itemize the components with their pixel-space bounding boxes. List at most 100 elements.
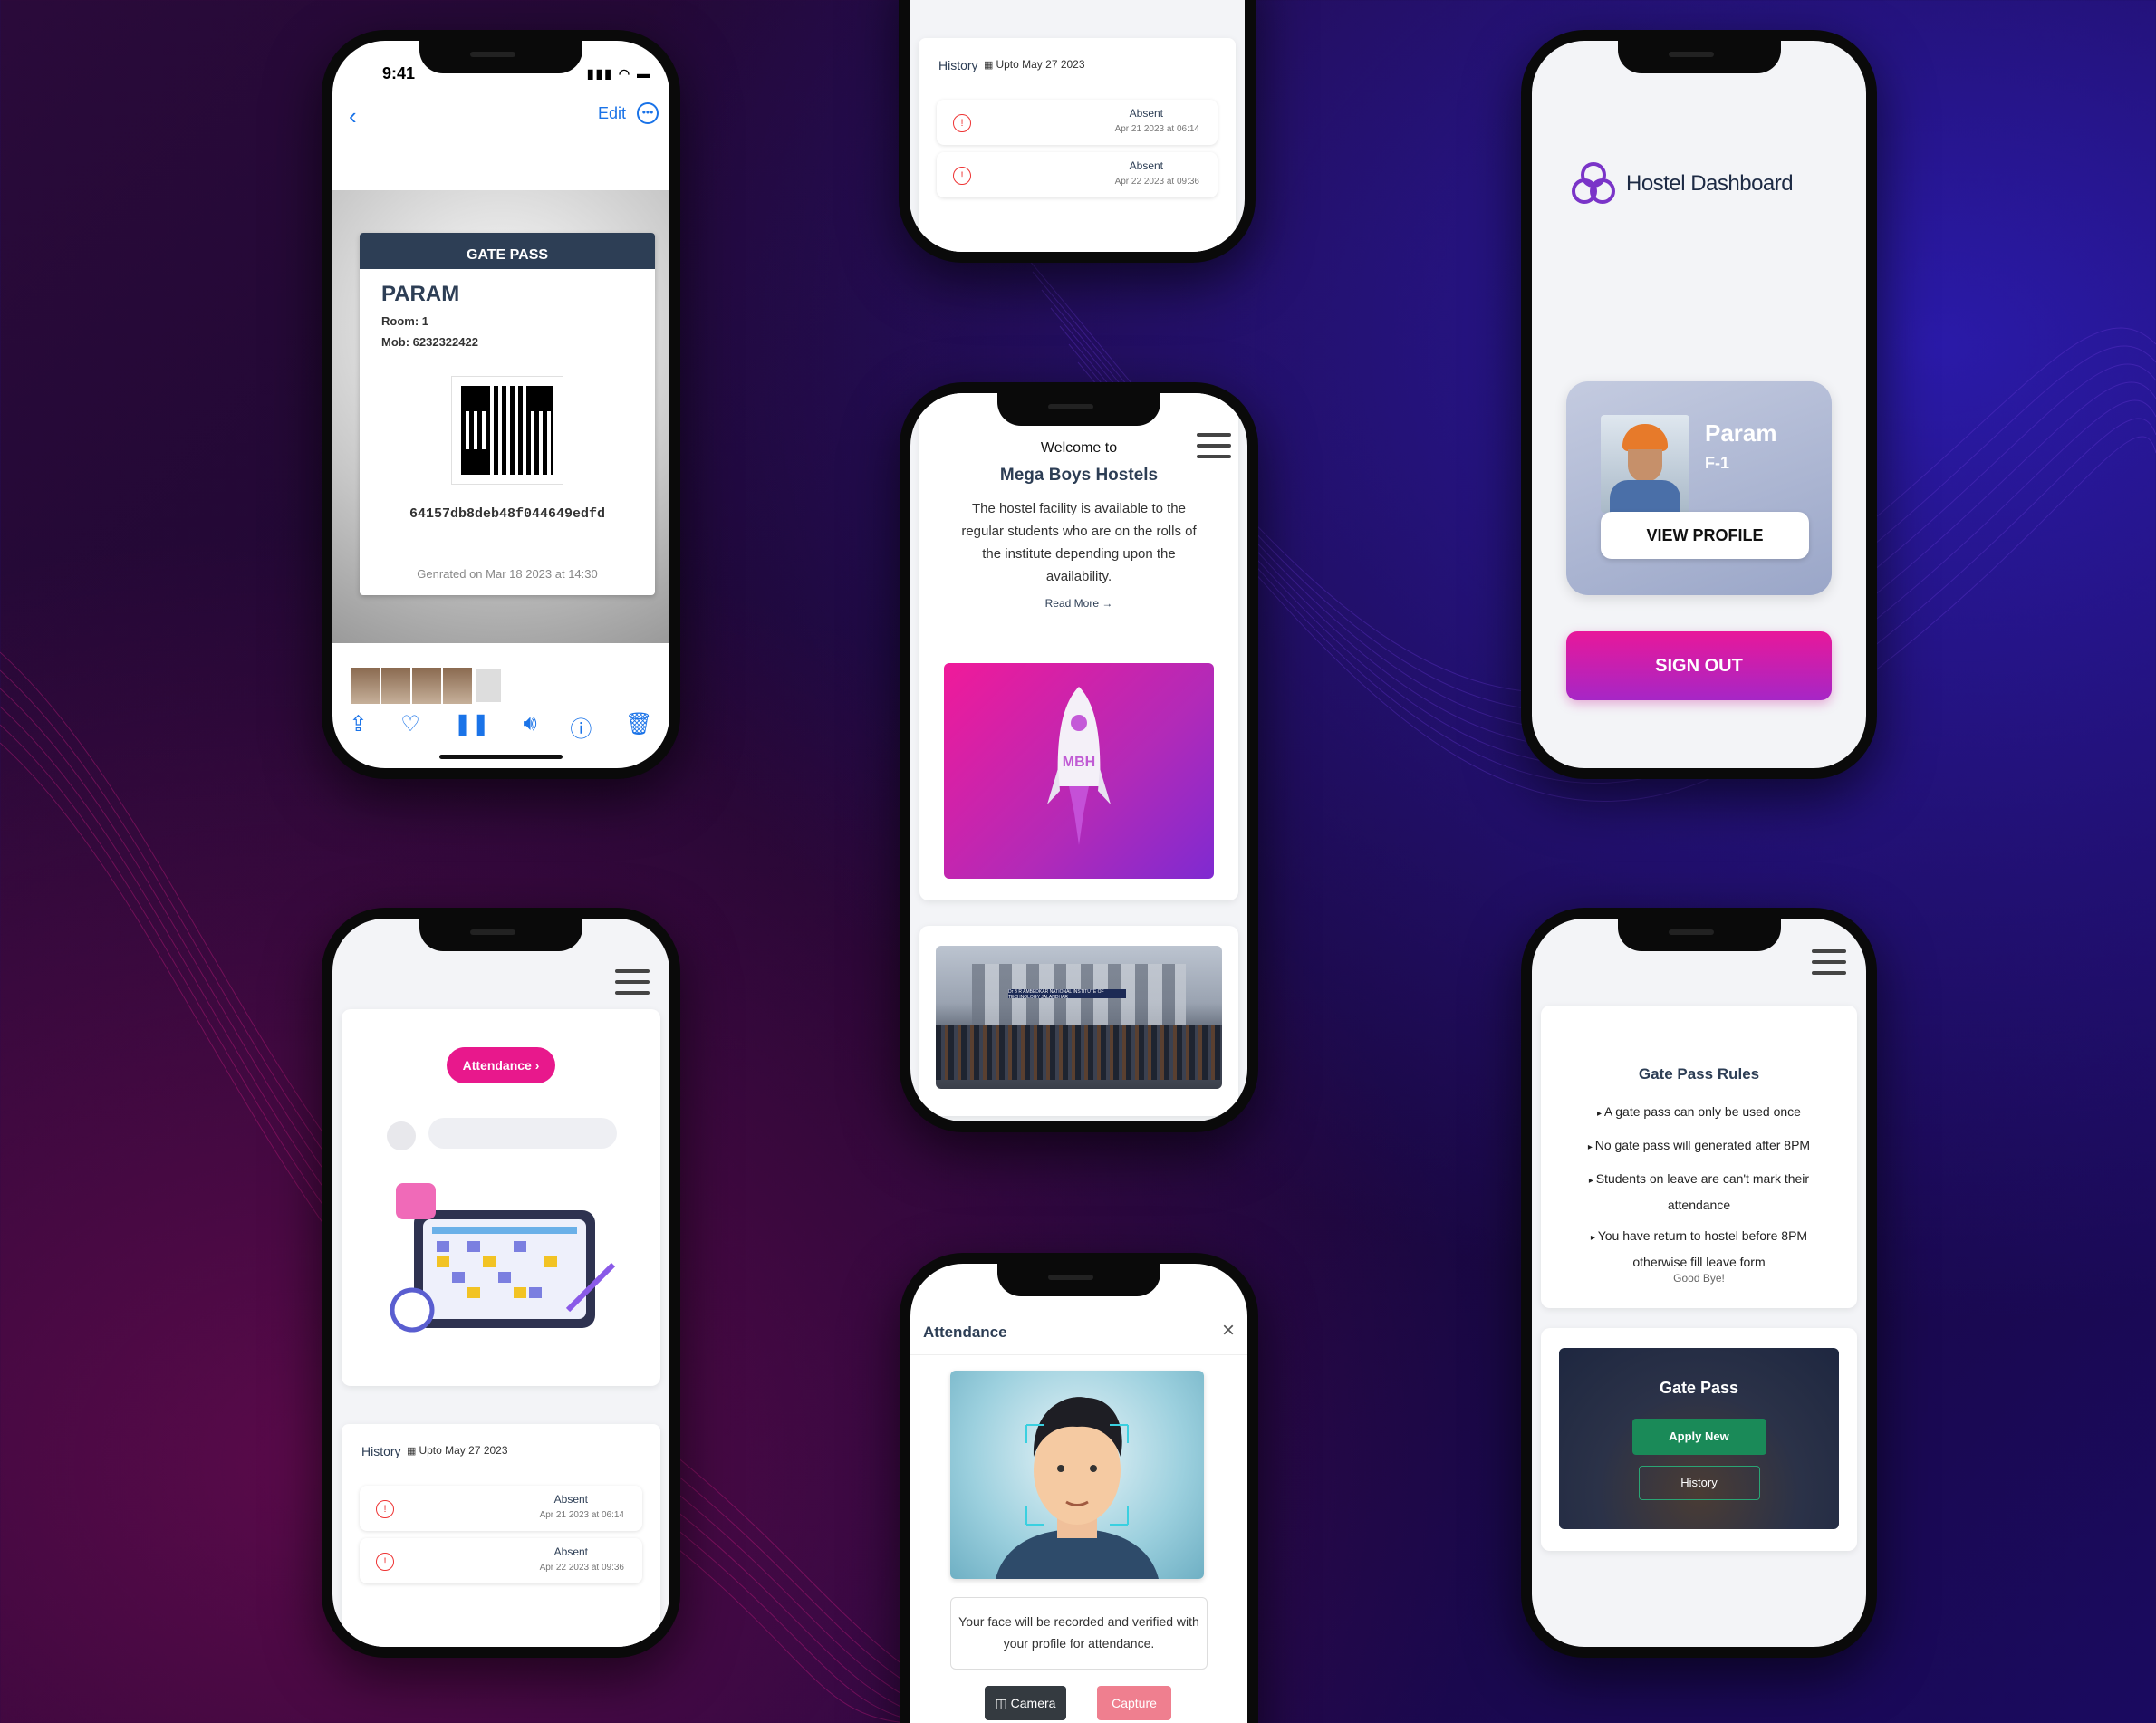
phone-dashboard: Hostel Dashboard Param F-1 VIEW PROFILE … [1521, 30, 1877, 779]
profile-name: Param [1705, 419, 1777, 447]
heart-icon[interactable]: ♡ [400, 711, 420, 743]
rocket-icon: MBH [1047, 687, 1111, 845]
history-date: Apr 22 2023 at 09:36 [1114, 177, 1199, 187]
calendar-illustration [390, 1183, 616, 1333]
phone-notch [997, 393, 1160, 426]
phone-notch [1617, 41, 1781, 73]
phone-screen: Attendance › History ▦ Upto May 27 2023 … [332, 919, 669, 1647]
share-icon[interactable]: ⇪ [349, 711, 367, 743]
gate-pass-mobile: Mob: 6232322422 [381, 335, 478, 349]
sign-out-button[interactable]: SIGN OUT [1566, 631, 1832, 700]
rules-list: A gate pass can only be used once No gat… [1566, 1100, 1832, 1281]
history-row[interactable]: ! Absent Apr 22 2023 at 09:36 [937, 152, 1218, 197]
phone-notch [997, 1264, 1160, 1296]
rule-item: No gate pass will generated after 8PM [1566, 1133, 1832, 1160]
history-row[interactable]: ! Absent Apr 22 2023 at 09:36 [360, 1538, 642, 1583]
gate-pass-name: PARAM [381, 282, 460, 306]
phone-notch [419, 919, 582, 951]
gate-pass-card: GATE PASS PARAM Room: 1 Mob: 6232322422 … [360, 233, 655, 595]
profile-room: F-1 [1705, 454, 1729, 472]
gate-pass-title: Gate Pass [1659, 1379, 1739, 1397]
phone-notch [419, 41, 582, 73]
photo-thumbnail-strip[interactable] [351, 668, 505, 704]
status-time: 9:41 [382, 64, 416, 82]
gate-pass-history-button[interactable]: History [1638, 1466, 1760, 1500]
phone-attendance: Attendance › History ▦ Upto May 27 2023 … [322, 908, 680, 1658]
menu-icon[interactable] [615, 969, 650, 995]
close-icon[interactable]: × [1222, 1318, 1235, 1343]
phone-attendance-modal: Attendance × Your face will be recorded … [900, 1253, 1258, 1723]
phone-screen: Attendance × Your face will be recorded … [910, 1264, 1247, 1723]
trash-icon[interactable]: 🗑︎ [625, 711, 652, 743]
rocket-label: MBH [1063, 755, 1095, 770]
alert-icon: ! [953, 114, 971, 132]
history-upto-date: Upto May 27 2023 [407, 1444, 507, 1457]
edit-button[interactable]: Edit [598, 104, 626, 123]
photos-toolbar: ⇪ ♡ ❚❚ 🔊︎ ⓘ 🗑︎ [332, 711, 669, 743]
skeleton-bar [428, 1118, 617, 1149]
gate-pass-rules-card: Gate Pass Rules A gate pass can only be … [1541, 1006, 1857, 1308]
camera-button[interactable]: ◫ Camera [985, 1686, 1066, 1720]
history-card: History Upto May 27 2023 ! Absent Apr 21… [919, 38, 1236, 252]
goodbye-text: Good Bye! [1673, 1272, 1725, 1285]
rocket-banner: MBH [944, 663, 1214, 879]
more-icon[interactable]: ••• [637, 102, 659, 124]
speaker-icon[interactable]: 🔊︎ [523, 711, 536, 743]
history-row[interactable]: ! Absent Apr 21 2023 at 06:14 [360, 1486, 642, 1531]
history-upto-date: Upto May 27 2023 [984, 58, 1084, 71]
phone-screen: Gate Pass Rules A gate pass can only be … [1532, 919, 1866, 1647]
phone-welcome: Welcome to Mega Boys Hostels The hostel … [900, 382, 1258, 1132]
avatar [1601, 415, 1689, 513]
rules-title: Gate Pass Rules [1638, 1065, 1760, 1083]
read-more-link[interactable]: Read More → [919, 597, 1238, 610]
history-status: Absent [553, 1493, 588, 1506]
attendance-button-label: Attendance [462, 1058, 532, 1073]
back-chevron-icon[interactable]: ‹ [349, 102, 357, 130]
rule-item: Students on leave are can't mark their a… [1566, 1167, 1832, 1217]
history-status: Absent [1129, 159, 1163, 172]
history-date: Apr 22 2023 at 09:36 [539, 1563, 624, 1573]
face-note: Your face will be recorded and verified … [950, 1597, 1208, 1670]
campus-carousel-card: Dr B R AMBEDKAR NATIONAL INSTITUTE OF TE… [919, 926, 1238, 1116]
alert-icon: ! [953, 167, 971, 185]
phone-gate-pass-photo: 9:41 ▮▮▮ ◠ ▬ ‹ Edit ••• GATE PASS PARAM … [322, 30, 680, 779]
hostel-logo-icon [1572, 162, 1615, 204]
gate-pass-code: 64157db8deb48f044649edfd [409, 506, 606, 522]
hostel-name: Mega Boys Hostels [999, 466, 1159, 485]
signal-wifi-battery-icon: ▮▮▮ ◠ ▬ [586, 66, 651, 81]
attendance-button[interactable]: Attendance › [447, 1047, 555, 1083]
view-profile-button[interactable]: VIEW PROFILE [1601, 512, 1809, 559]
welcome-card: Welcome to Mega Boys Hostels The hostel … [919, 393, 1238, 900]
phone-screen: 9:41 ▮▮▮ ◠ ▬ ‹ Edit ••• GATE PASS PARAM … [332, 41, 669, 768]
campus-photo[interactable]: Dr B R AMBEDKAR NATIONAL INSTITUTE OF TE… [936, 946, 1222, 1089]
face-illustration [996, 1397, 1159, 1579]
capture-button[interactable]: Capture [1097, 1686, 1171, 1720]
camera-button-label: Camera [1010, 1696, 1056, 1710]
hostel-description: The hostel facility is available to the … [961, 501, 1197, 584]
campus-banner: Dr B R AMBEDKAR NATIONAL INSTITUTE OF TE… [1008, 989, 1126, 1000]
rule-item: You have return to hostel before 8PM oth… [1566, 1224, 1832, 1274]
home-indicator [439, 755, 563, 759]
history-date: Apr 21 2023 at 06:14 [1114, 124, 1199, 134]
phone-screen: History Upto May 27 2023 ! Absent Apr 21… [910, 0, 1245, 252]
phone-screen: Welcome to Mega Boys Hostels The hostel … [910, 393, 1247, 1121]
gate-pass-header: GATE PASS [360, 233, 655, 269]
gate-pass-generated: Genrated on Mar 18 2023 at 14:30 [417, 567, 598, 581]
profile-card: Param F-1 VIEW PROFILE [1566, 381, 1832, 595]
info-icon[interactable]: ⓘ [570, 711, 592, 743]
history-status: Absent [553, 1545, 588, 1558]
menu-icon[interactable] [1812, 949, 1846, 975]
divider [910, 1354, 1247, 1355]
rule-item: A gate pass can only be used once [1566, 1100, 1832, 1126]
history-row[interactable]: ! Absent Apr 21 2023 at 06:14 [937, 100, 1218, 145]
apply-new-button[interactable]: Apply New [1631, 1419, 1766, 1455]
history-status: Absent [1129, 107, 1163, 120]
modal-title: Attendance [923, 1324, 1007, 1341]
skeleton-avatar [387, 1121, 416, 1150]
phone-gate-pass-rules: Gate Pass Rules A gate pass can only be … [1521, 908, 1877, 1658]
photos-nav-bar: ‹ Edit ••• [332, 97, 669, 133]
dashboard-logo: Hostel Dashboard [1568, 159, 1794, 209]
phone-history-top: History Upto May 27 2023 ! Absent Apr 21… [899, 0, 1256, 263]
dashboard-title: Hostel Dashboard [1626, 171, 1794, 196]
pause-icon[interactable]: ❚❚ [454, 711, 490, 743]
